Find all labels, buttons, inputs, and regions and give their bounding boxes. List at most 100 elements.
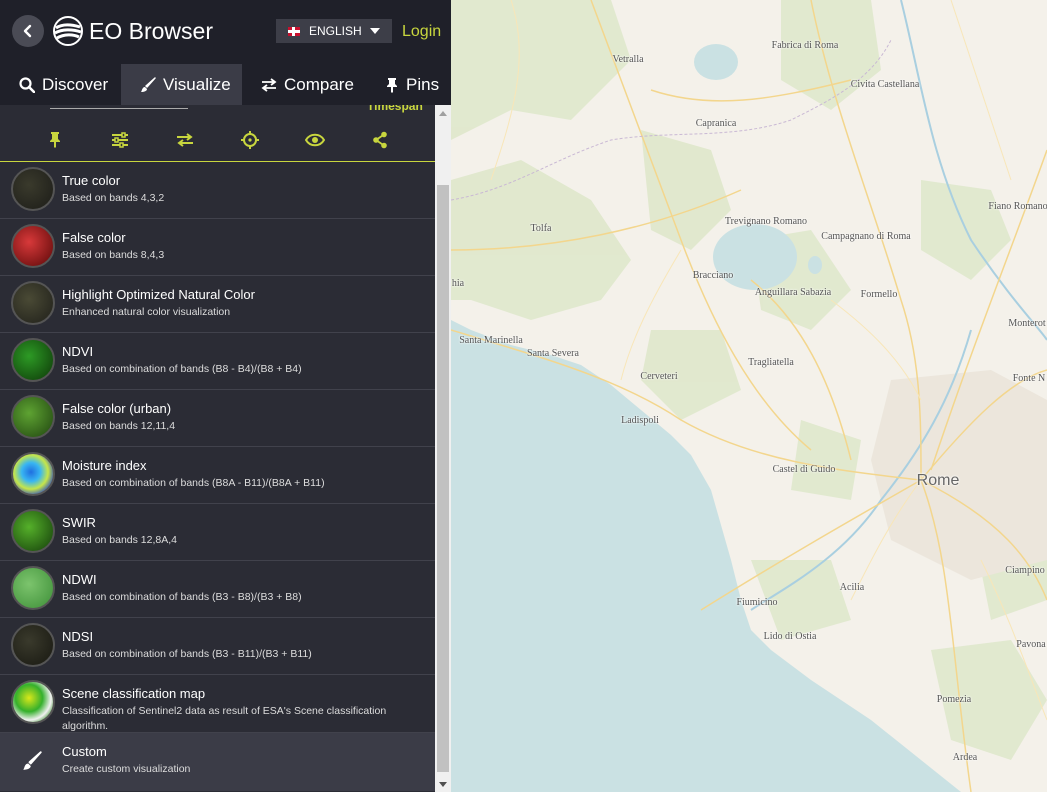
eo-browser-logo-icon [52,15,84,47]
share-button[interactable] [366,126,394,154]
map-label-civita: Civita Castellana [850,79,920,90]
list-item-highlight-natural[interactable]: Highlight Optimized Natural Color Enhanc… [0,276,435,333]
sliders-icon [111,132,128,148]
list-item-scene-classification[interactable]: Scene classification map Classification … [0,675,435,733]
visualization-name: SWIR [62,515,96,530]
list-item-custom[interactable]: Custom Create custom visualization [0,733,435,791]
map-label-ardea: Ardea [952,752,978,763]
map-view[interactable]: Fabrica di Roma Vetralla Civita Castella… [451,0,1047,792]
map-label-ladispoli: Ladispoli [621,415,659,426]
visualization-name: False color (urban) [62,401,172,416]
chevron-left-icon [23,24,32,38]
login-link[interactable]: Login [402,23,441,41]
swir-thumbnail [11,509,55,553]
visualization-list: True color Based on bands 4,3,2 False co… [0,162,435,791]
map-label-tragliatella: Tragliatella [748,357,794,368]
visualize-content: Timespan True color Based on bands 4,3,2… [0,105,435,792]
app-header: EO Browser ENGLISH Login [0,0,451,64]
map-label-ciampino: Ciampino [1005,565,1045,576]
visualization-description: Based on combination of bands (B8 - B4)/… [62,363,302,375]
panel-scrollbar[interactable] [435,105,451,792]
ndsi-thumbnail [11,623,55,667]
map-label-lido: Lido di Ostia [763,631,817,642]
visualization-description: Enhanced natural color visualization [62,306,231,318]
visualization-name: Highlight Optimized Natural Color [62,287,255,302]
list-item-false-color[interactable]: False color Based on bands 8,4,3 [0,219,435,276]
uk-flag-icon [288,26,300,36]
map-label-tolfa: Tolfa [530,223,552,234]
toggle-visibility-button[interactable] [301,126,329,154]
list-item-true-color[interactable]: True color Based on bands 4,3,2 [0,162,435,219]
map-label-santa-marinella: Santa Marinella [459,335,523,346]
list-item-false-color-urban[interactable]: False color (urban) Based on bands 12,11… [0,390,435,447]
timespan-link[interactable]: Timespan [367,105,423,113]
crosshair-icon [241,131,260,149]
visualization-name: NDSI [62,629,94,644]
visualization-description: Based on combination of bands (B8A - B11… [62,477,325,489]
visualization-name: True color [62,173,121,188]
effects-button[interactable] [106,126,134,154]
ndvi-thumbnail [11,338,55,382]
scroll-up-arrow-icon[interactable] [435,105,451,121]
map-label-monterotondo: Monterot [1008,318,1046,329]
list-item-moisture-index[interactable]: Moisture index Based on combination of b… [0,447,435,504]
scroll-down-arrow-icon[interactable] [435,776,451,792]
map-canvas [451,0,1047,792]
false-color-urban-thumbnail [11,395,55,439]
visualization-description: Based on combination of bands (B3 - B8)/… [62,591,302,603]
map-label-fabrica: Fabrica di Roma [771,40,839,51]
true-color-thumbnail [11,167,55,211]
visualization-name: Moisture index [62,458,147,473]
language-select[interactable]: ENGLISH [276,19,392,43]
visualization-description: Based on bands 8,4,3 [62,249,165,261]
visualization-name: Scene classification map [62,686,206,701]
map-label-acilia: Acilia [839,582,865,593]
map-label-pavona: Pavona [1016,639,1046,650]
list-item-ndwi[interactable]: NDWI Based on combination of bands (B3 -… [0,561,435,618]
tab-visualize-label: Visualize [163,74,231,94]
visualization-description: Based on bands 12,11,4 [62,420,176,432]
app-title: EO Browser [89,18,213,44]
list-item-swir[interactable]: SWIR Based on bands 12,8A,4 [0,504,435,561]
map-label-vetralla: Vetralla [612,54,644,65]
pin-button[interactable] [41,126,69,154]
pin-icon [49,132,60,148]
side-panel: EO Browser ENGLISH Login Discover Visual… [0,0,451,792]
visualization-name: NDWI [62,572,97,587]
list-item-ndvi[interactable]: NDVI Based on combination of bands (B8 -… [0,333,435,390]
map-label-trevignano: Trevignano Romano [724,216,808,227]
visualization-description: Based on bands 12,8A,4 [62,534,178,546]
map-label-pomezia: Pomezia [936,694,972,705]
eye-icon [305,133,326,147]
swap-icon [176,133,193,147]
visualization-name: False color [62,230,126,245]
tab-compare[interactable]: Compare [242,64,365,105]
map-label-cerveteri: Cerveteri [640,371,678,382]
map-label-campagnano: Campagnano di Roma [821,231,911,242]
add-to-compare-button[interactable] [171,126,199,154]
paintbrush-icon [141,76,156,92]
scrollbar-thumb[interactable] [437,185,449,772]
visualization-name: NDVI [62,344,94,359]
map-label-formello: Formello [860,289,898,300]
main-tabs: Discover Visualize Compare Pins [0,64,451,105]
tab-visualize[interactable]: Visualize [121,64,242,105]
list-item-ndsi[interactable]: NDSI Based on combination of bands (B3 -… [0,618,435,675]
layer-toolbar [0,119,435,162]
tab-pins[interactable]: Pins [365,64,451,105]
share-icon [373,131,388,149]
map-label-santa-severa: Santa Severa [527,348,579,359]
pin-icon [387,77,397,93]
tab-compare-label: Compare [284,74,354,94]
paintbrush-icon [22,751,42,776]
collapse-panel-button[interactable] [12,15,44,47]
tab-discover-label: Discover [42,74,109,94]
map-label-hia: hia [451,278,465,289]
highlight-natural-thumbnail [11,281,55,325]
date-input-underline[interactable] [50,105,188,109]
zoom-to-tile-button[interactable] [236,126,264,154]
map-label-fonte: Fonte N [1012,373,1046,384]
map-label-anguillara: Anguillara Sabazia [754,287,832,298]
tab-discover[interactable]: Discover [0,64,121,105]
map-label-fiumicino: Fiumicino [736,597,778,608]
